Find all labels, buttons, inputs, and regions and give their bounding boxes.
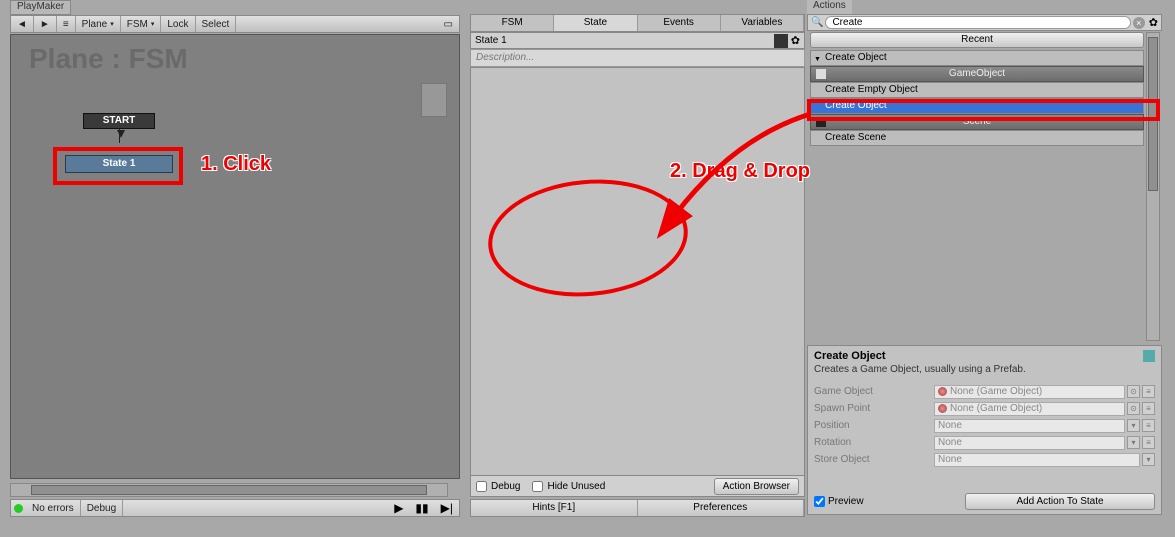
pause-button[interactable]: ▮▮ bbox=[415, 501, 428, 515]
picker-button[interactable]: ⊙ bbox=[1127, 402, 1140, 415]
transition-arrow-icon bbox=[117, 130, 125, 138]
prop-label-rotation: Rotation bbox=[814, 437, 934, 448]
options-button[interactable]: ≡ bbox=[1142, 385, 1155, 398]
state-actions-area[interactable] bbox=[470, 67, 805, 479]
scrollbar-thumb[interactable] bbox=[1148, 37, 1158, 191]
scrollbar-thumb[interactable] bbox=[31, 485, 427, 495]
dropdown-button[interactable]: ▾ bbox=[1127, 419, 1140, 432]
state-name-row: State 1 ✿ bbox=[470, 32, 805, 49]
tab-state[interactable]: State bbox=[554, 15, 637, 31]
hints-button[interactable]: Hints [F1] bbox=[471, 500, 638, 516]
play-button[interactable]: ▶ bbox=[394, 501, 403, 515]
tab-variables[interactable]: Variables bbox=[721, 15, 804, 31]
options-button[interactable]: ≡ bbox=[1142, 419, 1155, 432]
action-browser-button[interactable]: Action Browser bbox=[714, 478, 799, 495]
prop-field-rotation[interactable]: None bbox=[934, 436, 1125, 450]
nav-fwd-button[interactable]: ► bbox=[34, 16, 57, 32]
start-node[interactable]: START bbox=[83, 113, 155, 129]
action-create-object[interactable]: Create Object bbox=[810, 98, 1144, 114]
minimap-icon[interactable] bbox=[421, 83, 447, 117]
status-bar: No errors Debug ▶ ▮▮ ▶| bbox=[10, 499, 460, 517]
prop-label-store: Store Object bbox=[814, 454, 934, 465]
picker-button[interactable]: ⊙ bbox=[1127, 385, 1140, 398]
graph-title: Plane : FSM bbox=[29, 43, 188, 75]
recent-button[interactable]: Recent bbox=[810, 32, 1144, 48]
prop-label-spawn: Spawn Point bbox=[814, 403, 934, 414]
object-dot-icon bbox=[938, 404, 947, 413]
errors-button[interactable]: No errors bbox=[26, 500, 81, 516]
detail-description: Creates a Game Object, usually using a P… bbox=[814, 364, 1155, 375]
object-dot-icon bbox=[938, 387, 947, 396]
description-field[interactable]: Description... bbox=[470, 49, 805, 67]
actions-tab[interactable]: Actions bbox=[807, 0, 852, 14]
dropdown-button[interactable]: ▾ bbox=[1142, 453, 1155, 466]
prop-field-gameobject[interactable]: None (Game Object) bbox=[934, 385, 1125, 399]
menu-button[interactable]: ≡ bbox=[57, 16, 76, 32]
dropdown-button[interactable]: ▾ bbox=[1127, 436, 1140, 449]
options-button[interactable]: ≡ bbox=[1142, 402, 1155, 415]
footer-tabs: Hints [F1] Preferences bbox=[470, 499, 805, 517]
plane-dropdown[interactable]: Plane bbox=[76, 16, 121, 32]
nav-back-button[interactable]: ◄ bbox=[11, 16, 34, 32]
help-icon[interactable] bbox=[1143, 350, 1155, 362]
prop-field-store[interactable]: None bbox=[934, 453, 1140, 467]
left-toolbar: ◄ ► ≡ Plane FSM Lock Select ▭ bbox=[10, 15, 460, 33]
preferences-button[interactable]: Preferences bbox=[638, 500, 805, 516]
debug-row: Debug Hide Unused Action Browser bbox=[470, 475, 805, 497]
minimap-toggle[interactable]: ▭ bbox=[438, 16, 459, 32]
prop-label-position: Position bbox=[814, 420, 934, 431]
cube-icon bbox=[816, 69, 826, 79]
graph-scrollbar-h[interactable] bbox=[10, 483, 448, 497]
detail-title: Create Object bbox=[814, 350, 886, 362]
actions-settings-gear-icon[interactable]: ✿ bbox=[1149, 16, 1158, 29]
tab-events[interactable]: Events bbox=[638, 15, 721, 31]
inspector-tabs: FSM State Events Variables bbox=[470, 14, 805, 32]
action-create-scene[interactable]: Create Scene bbox=[810, 130, 1144, 146]
add-action-button[interactable]: Add Action To State bbox=[965, 493, 1155, 510]
search-input[interactable] bbox=[825, 16, 1130, 29]
clear-search-button[interactable]: × bbox=[1133, 17, 1145, 29]
debug-checkbox[interactable] bbox=[476, 481, 487, 492]
playmaker-tab[interactable]: PlayMaker bbox=[10, 0, 71, 15]
action-detail-panel: Create Object Creates a Game Object, usu… bbox=[807, 345, 1162, 515]
search-icon: 🔍 bbox=[811, 17, 823, 28]
debug-dropdown[interactable]: Debug bbox=[81, 500, 123, 516]
state1-node[interactable]: State 1 bbox=[65, 155, 173, 173]
tab-fsm[interactable]: FSM bbox=[471, 15, 554, 31]
annotation-text-1: 1. Click bbox=[201, 153, 271, 176]
state-settings-gear-icon[interactable]: ✿ bbox=[791, 34, 800, 47]
prop-label-gameobject: Game Object bbox=[814, 386, 934, 397]
status-dot-icon bbox=[14, 504, 23, 513]
fsm-dropdown[interactable]: FSM bbox=[121, 16, 162, 32]
category-header-gameobject[interactable]: GameObject bbox=[810, 66, 1144, 82]
select-button[interactable]: Select bbox=[196, 16, 237, 32]
prop-field-spawn[interactable]: None (Game Object) bbox=[934, 402, 1125, 416]
lock-button[interactable]: Lock bbox=[161, 16, 195, 32]
actions-scrollbar-v[interactable] bbox=[1146, 32, 1160, 341]
prop-field-position[interactable]: None bbox=[934, 419, 1125, 433]
options-button[interactable]: ≡ bbox=[1142, 436, 1155, 449]
step-button[interactable]: ▶| bbox=[441, 501, 453, 515]
preview-checkbox[interactable] bbox=[814, 496, 825, 507]
state-name-field[interactable]: State 1 bbox=[475, 35, 507, 46]
hide-unused-checkbox[interactable] bbox=[532, 481, 543, 492]
unity-icon bbox=[816, 117, 826, 127]
state-color-swatch[interactable] bbox=[774, 34, 788, 48]
preview-label: Preview bbox=[828, 496, 864, 507]
action-create-empty-object[interactable]: Create Empty Object bbox=[810, 82, 1144, 98]
search-row: 🔍 × ✿ bbox=[807, 14, 1162, 31]
category-create-object[interactable]: Create Object bbox=[810, 50, 1144, 66]
hide-unused-label: Hide Unused bbox=[547, 481, 605, 492]
action-list: Create Object GameObject Create Empty Ob… bbox=[810, 50, 1144, 146]
fsm-graph-canvas[interactable]: Plane : FSM START State 1 1. Click bbox=[10, 34, 460, 479]
category-header-scene[interactable]: Scene bbox=[810, 114, 1144, 130]
debug-label: Debug bbox=[491, 481, 520, 492]
